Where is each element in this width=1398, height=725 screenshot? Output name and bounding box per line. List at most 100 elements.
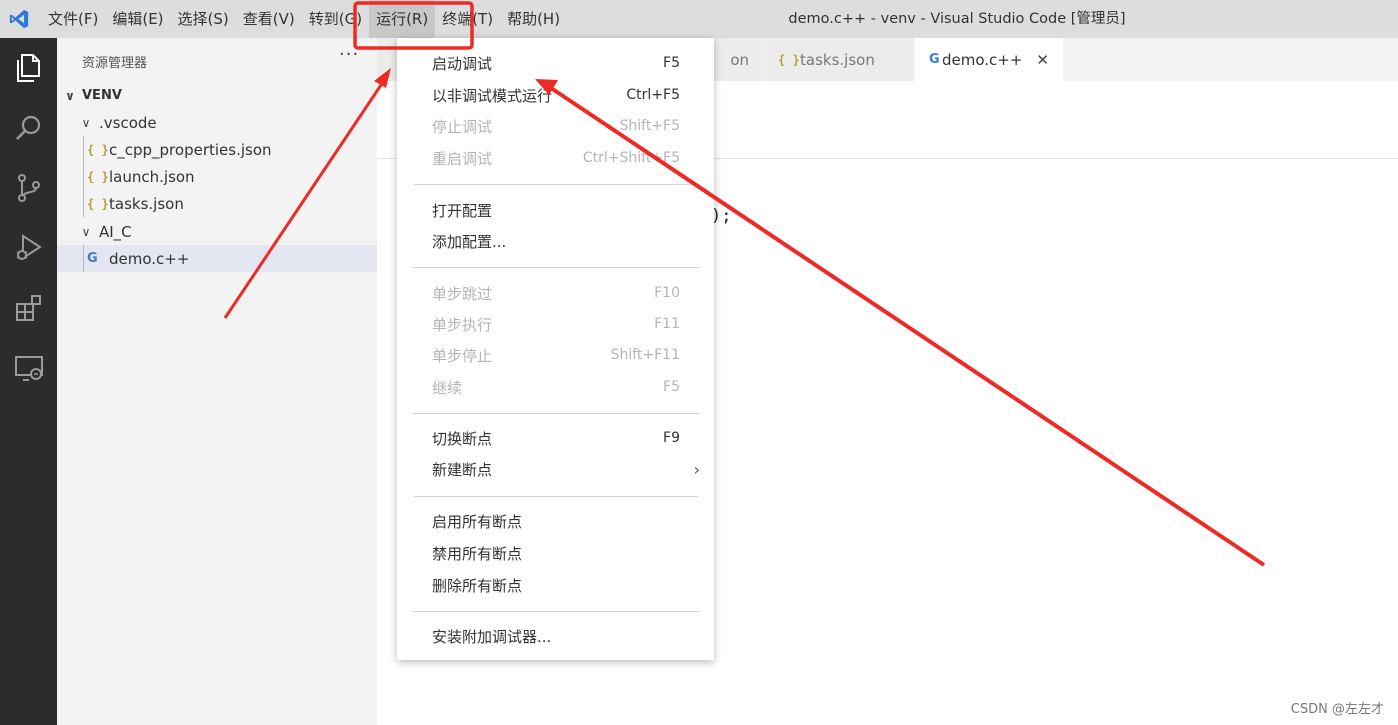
- menu-remove-all-breakpoints[interactable]: 删除所有断点: [397, 570, 714, 600]
- chevron-right-icon: ›: [693, 459, 700, 479]
- menu-start-debugging[interactable]: 启动调试 F5: [397, 48, 714, 78]
- menu-label: 单步跳过: [432, 284, 493, 303]
- chevron-down-icon: ∨: [81, 115, 91, 130]
- vscode-logo-icon: [0, 0, 38, 38]
- folder-ai-c[interactable]: ∨ AI_C: [57, 218, 377, 245]
- close-icon[interactable]: ✕: [1036, 51, 1049, 69]
- menu-shortcut: Shift+F11: [610, 347, 680, 363]
- menu-label: 打开配置: [432, 201, 493, 220]
- menu-label: 单步停止: [432, 346, 493, 365]
- folder-venv[interactable]: ∨ VENV: [57, 82, 377, 109]
- menu-edit[interactable]: 编辑(E): [105, 0, 170, 38]
- menu-add-configuration[interactable]: 添加配置...: [397, 226, 714, 256]
- cpp-file-icon: G: [87, 251, 98, 266]
- file-c-cpp-properties[interactable]: { } c_cpp_properties.json: [57, 136, 377, 163]
- menu-label: 停止调试: [432, 117, 493, 136]
- menu-toggle-breakpoint[interactable]: 切换断点 F9: [397, 423, 714, 453]
- menu-label: 删除所有断点: [432, 576, 523, 595]
- remote-explorer-icon[interactable]: [0, 338, 57, 398]
- explorer-icon[interactable]: [0, 38, 57, 98]
- menu-continue: 继续 F5: [397, 372, 714, 402]
- indent-guide: [83, 136, 84, 217]
- json-file-icon: { }: [87, 169, 109, 184]
- menu-bar: 文件(F) 编辑(E) 选择(S) 查看(V) 转到(G) 运行(R) 终端(T…: [41, 0, 567, 38]
- explorer-title: 资源管理器: [82, 56, 148, 71]
- menu-shortcut: F10: [654, 285, 680, 301]
- json-file-icon: { }: [87, 196, 109, 211]
- watermark: CSDN @左左才: [1290, 702, 1384, 717]
- menu-label: 安装附加调试器...: [432, 627, 552, 646]
- menu-label: 禁用所有断点: [432, 544, 523, 563]
- file-demo-cpp[interactable]: G demo.c++: [57, 245, 377, 272]
- file-tasks-json[interactable]: { } tasks.json: [57, 190, 377, 217]
- code-text[interactable]: );: [711, 206, 731, 226]
- menu-run[interactable]: 运行(R): [369, 0, 436, 38]
- more-actions-icon[interactable]: ···: [339, 44, 359, 65]
- tab-label: tasks.json: [800, 50, 875, 69]
- menu-new-breakpoint[interactable]: 新建断点 ›: [397, 454, 714, 484]
- source-control-icon[interactable]: [0, 158, 57, 218]
- menu-install-additional-debuggers[interactable]: 安装附加调试器...: [397, 621, 714, 651]
- json-file-icon: { }: [87, 142, 109, 157]
- menu-label: 重启调试: [432, 149, 493, 168]
- chevron-down-icon: ∨: [65, 88, 75, 103]
- menu-open-configurations[interactable]: 打开配置: [397, 195, 714, 225]
- menu-stop-debugging: 停止调试 Shift+F5: [397, 111, 714, 141]
- menu-shortcut: Shift+F5: [619, 118, 680, 134]
- folder-label: .vscode: [99, 113, 157, 132]
- menu-view[interactable]: 查看(V): [236, 0, 302, 38]
- menu-label: 启用所有断点: [432, 512, 523, 531]
- menu-label: 切换断点: [432, 429, 493, 448]
- search-icon[interactable]: [0, 98, 57, 158]
- menu-shortcut: F9: [663, 430, 680, 446]
- menu-separator: [413, 611, 699, 612]
- menu-label: 启动调试: [432, 54, 493, 73]
- menu-step-over: 单步跳过 F10: [397, 278, 714, 308]
- tab-label: on: [730, 50, 749, 69]
- folder-label: AI_C: [99, 222, 132, 241]
- menu-separator: [413, 413, 699, 414]
- menu-shortcut: F5: [663, 55, 680, 71]
- menu-help[interactable]: 帮助(H): [500, 0, 567, 38]
- menu-disable-all-breakpoints[interactable]: 禁用所有断点: [397, 538, 714, 568]
- menu-label: 继续: [432, 378, 463, 397]
- chevron-down-icon: ∨: [81, 224, 91, 239]
- indent-guide: [83, 245, 84, 272]
- file-label: demo.c++: [109, 249, 190, 268]
- explorer-sidebar: 资源管理器 ··· ∨ VENV ∨ .vscode { } c_cpp_pro…: [57, 38, 377, 725]
- menu-step-into: 单步执行 F11: [397, 309, 714, 339]
- json-file-icon: { }: [778, 52, 800, 67]
- menu-shortcut: F11: [654, 316, 680, 332]
- menu-separator: [413, 496, 699, 497]
- folder-label: VENV: [82, 88, 122, 103]
- run-debug-icon[interactable]: [0, 218, 57, 278]
- menu-label: 添加配置...: [432, 232, 507, 251]
- menu-label: 以非调试模式运行: [432, 86, 553, 105]
- file-launch-json[interactable]: { } launch.json: [57, 163, 377, 190]
- menu-terminal[interactable]: 终端(T): [435, 0, 500, 38]
- menu-selection[interactable]: 选择(S): [171, 0, 236, 38]
- menu-enable-all-breakpoints[interactable]: 启用所有断点: [397, 506, 714, 536]
- tab-tasks-json[interactable]: { } tasks.json: [764, 38, 914, 81]
- menu-shortcut: Ctrl+F5: [626, 87, 680, 103]
- menu-step-out: 单步停止 Shift+F11: [397, 340, 714, 370]
- activity-bar: [0, 38, 57, 725]
- menu-restart-debugging: 重启调试 Ctrl+Shift+F5: [397, 143, 714, 173]
- menu-goto[interactable]: 转到(G): [302, 0, 369, 38]
- menu-shortcut: Ctrl+Shift+F5: [582, 150, 680, 166]
- file-label: tasks.json: [109, 194, 184, 213]
- menu-label: 单步执行: [432, 315, 493, 334]
- menu-shortcut: F5: [663, 379, 680, 395]
- file-label: launch.json: [109, 167, 195, 186]
- title-bar: 文件(F) 编辑(E) 选择(S) 查看(V) 转到(G) 运行(R) 终端(T…: [0, 0, 1398, 38]
- run-menu-dropdown: 启动调试 F5 以非调试模式运行 Ctrl+F5 停止调试 Shift+F5 重启调试…: [397, 38, 714, 660]
- file-label: c_cpp_properties.json: [109, 140, 272, 159]
- folder-vscode[interactable]: ∨ .vscode: [57, 109, 377, 136]
- tab-label: demo.c++: [941, 50, 1023, 69]
- menu-run-without-debugging[interactable]: 以非调试模式运行 Ctrl+F5: [397, 80, 714, 110]
- extensions-icon[interactable]: [0, 278, 57, 338]
- menu-file[interactable]: 文件(F): [41, 0, 105, 38]
- menu-separator: [413, 267, 699, 268]
- tab-demo-cpp[interactable]: G demo.c++ ✕: [915, 38, 1064, 81]
- menu-label: 新建断点: [432, 460, 493, 479]
